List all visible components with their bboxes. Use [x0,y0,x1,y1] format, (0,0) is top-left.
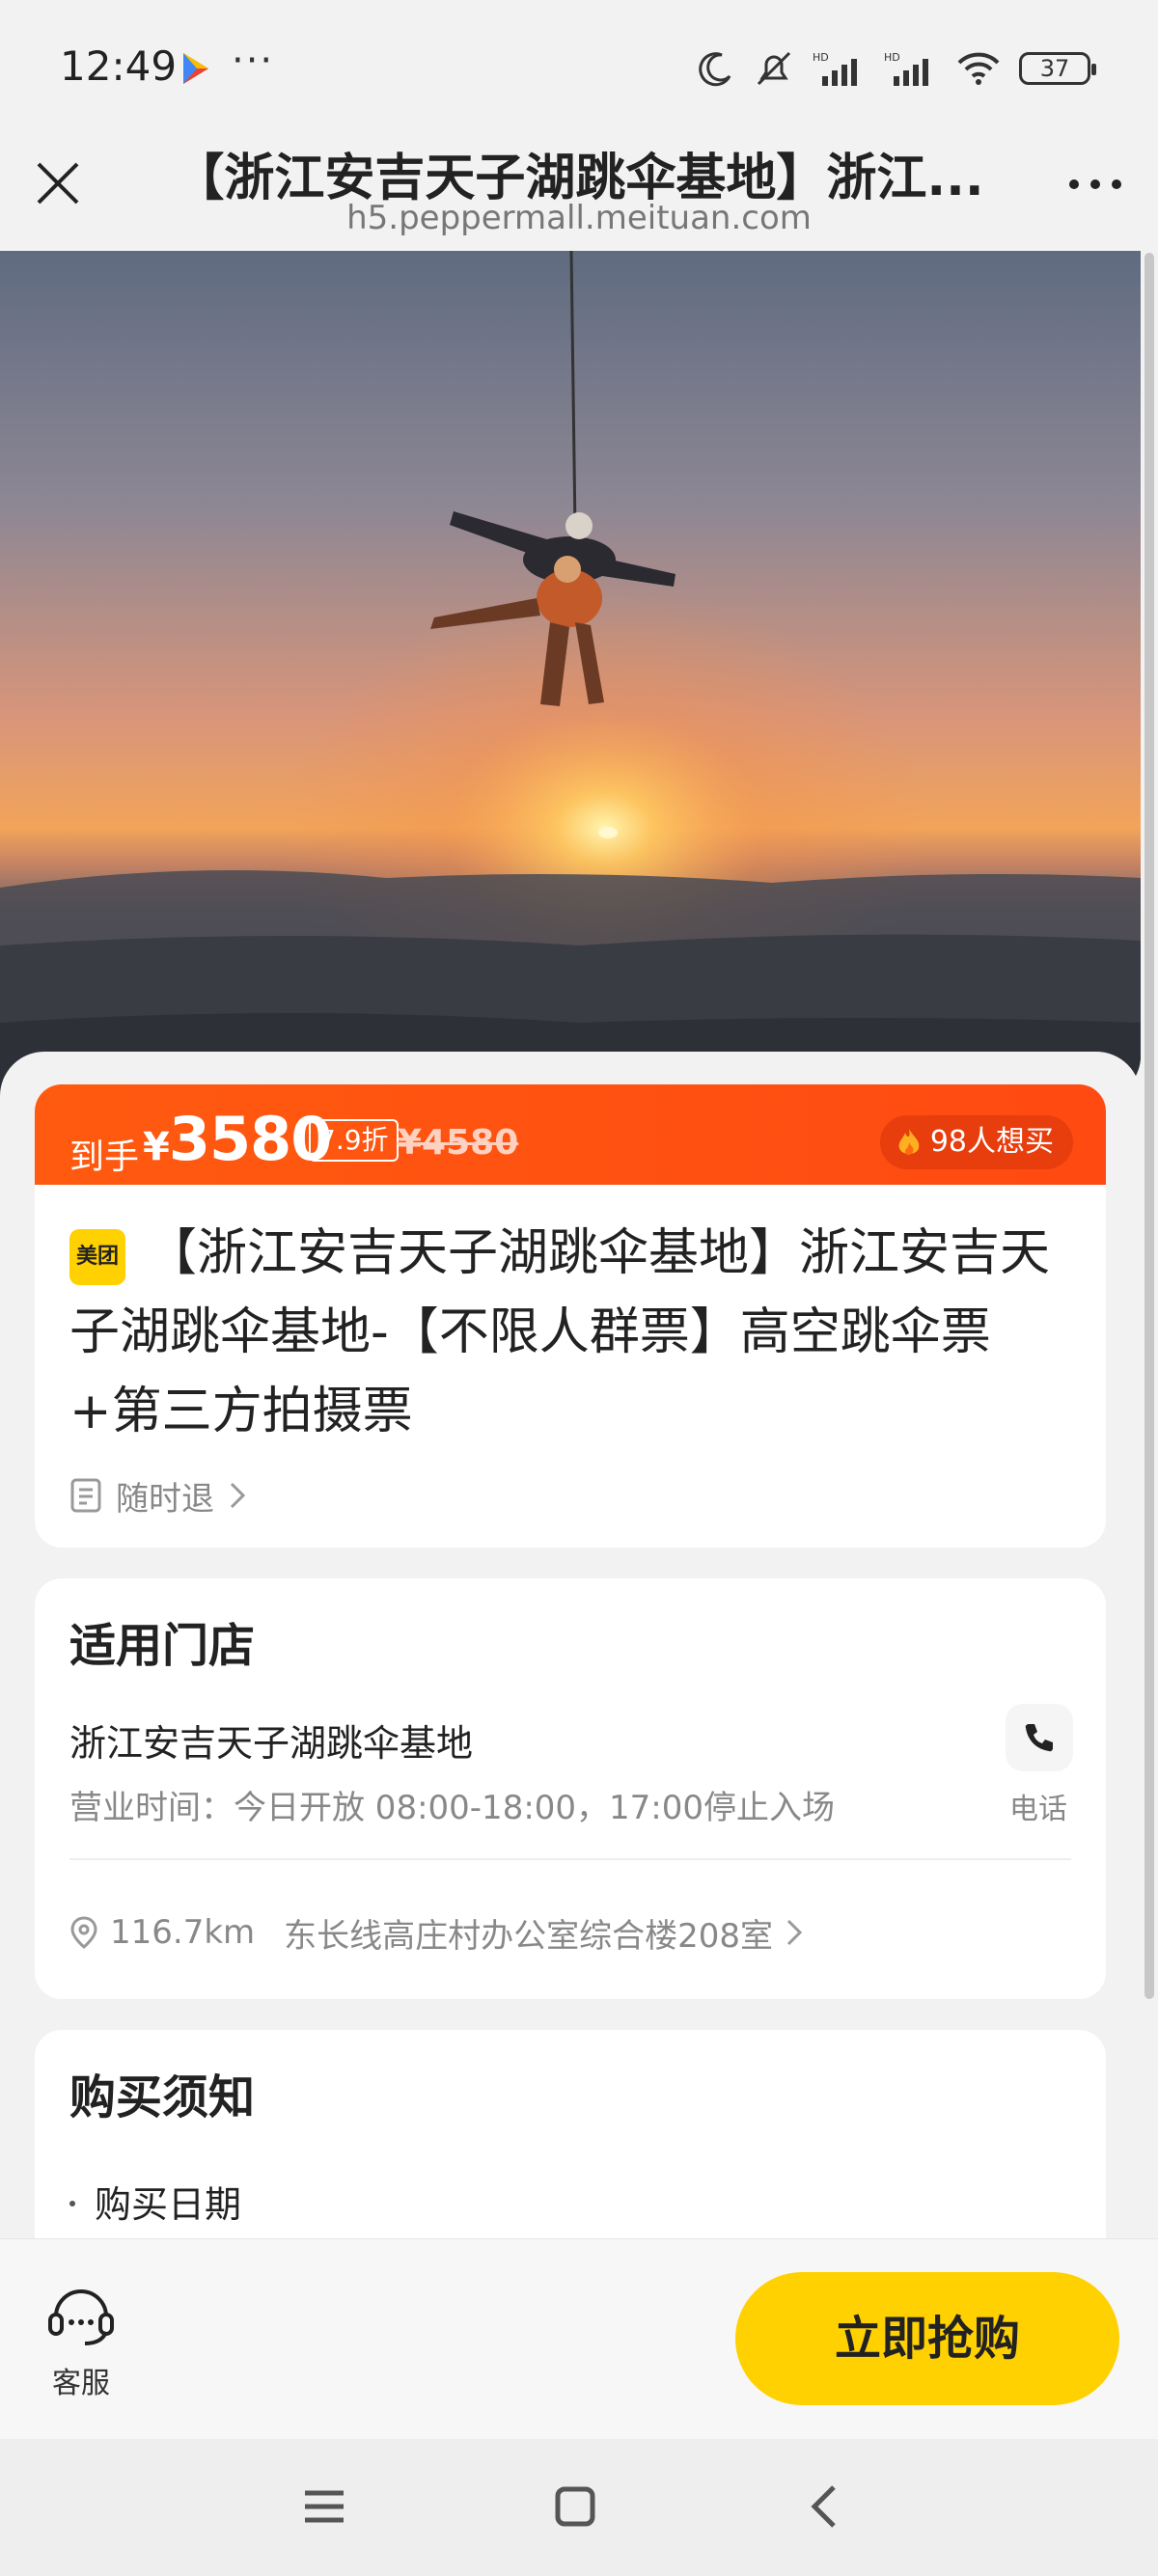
customer-service-button[interactable]: 客服 [42,2278,120,2401]
chevron-right-icon [230,1482,246,1509]
document-icon [70,1478,101,1513]
home-icon[interactable] [546,2478,604,2535]
headset-icon [48,2289,114,2345]
price-value: ¥3580 [143,1104,333,1174]
menu-icon[interactable] [295,2478,353,2535]
status-bar: 12:49 ··· HD HD 37 [0,0,1158,135]
wifi-icon [957,52,1000,85]
mute-icon [757,51,791,86]
currency-symbol: ¥ [143,1125,170,1169]
product-title: 【浙江安吉天子湖跳伞基地】浙江安吉天子湖跳伞基地-【不限人群票】高空跳伞票+第三… [69,1224,1051,1440]
svg-text:HD: HD [813,51,829,64]
page-scrollbar[interactable] [1144,253,1154,1999]
back-icon[interactable] [797,2478,855,2535]
buy-now-button[interactable]: 立即抢购 [735,2272,1119,2405]
skydiving-photo [0,251,1141,1100]
want-count-text: 98人想买 [929,1125,1054,1159]
discount-badge: 7.9折 [309,1119,399,1162]
moon-icon [699,52,731,87]
store-name[interactable]: 浙江安吉天子湖跳伞基地 [69,1713,473,1767]
price-label: 到手 [69,1137,140,1177]
system-nav-bar [0,2439,1158,2576]
status-time: 12:49 [60,42,178,90]
location-pin-icon [70,1916,97,1949]
bottom-action-bar: 客服 立即抢购 [0,2238,1158,2439]
status-right-group: HD HD 37 [697,44,1096,93]
purchase-notice-card: 购买须知 购买日期 [35,2030,1106,2238]
fire-icon [898,1129,920,1155]
product-title-card: 美团 【浙江安吉天子湖跳伞基地】浙江安吉天子湖跳伞基地-【不限人群票】高空跳伞票… [35,1185,1106,1548]
store-card: 适用门店 浙江安吉天子湖跳伞基地 营业时间：今日开放 08:00-18:00，1… [35,1578,1106,1999]
store-distance: 116.7km [110,1913,256,1952]
app-store-icon [183,53,208,84]
status-more-icon: ··· [232,39,275,83]
refund-policy-link[interactable]: 随时退 [69,1474,247,1519]
store-address-link[interactable]: 116.7km 东长线高庄村办公室综合楼208室 [69,1908,804,1957]
battery-icon: 37 [1019,52,1096,85]
browser-header: 【浙江安吉天子湖跳伞基地】浙江... h5.peppermall.meituan… [0,135,1158,251]
store-heading: 适用门店 [69,1619,256,1673]
refund-policy-text: 随时退 [116,1479,214,1519]
product-content: 到手 ¥3580 7.9折 ¥4580 98人想买 美团 【浙江安吉天子湖跳伞基… [0,1052,1141,2238]
svg-text:HD: HD [884,51,900,64]
notice-heading: 购买须知 [69,2070,256,2124]
notice-item: 购买日期 [69,2175,241,2228]
customer-service-label: 客服 [52,2367,110,2400]
store-hours: 营业时间：今日开放 08:00-18:00，17:00停止入场 [69,1789,836,1827]
chevron-right-icon [787,1919,803,1946]
price-banner: 到手 ¥3580 7.9折 ¥4580 98人想买 [35,1084,1106,1189]
close-icon[interactable] [31,156,85,210]
hero-image[interactable] [0,251,1141,1100]
signal-hd-icon: HD [813,51,857,86]
phone-button[interactable] [1006,1704,1073,1771]
want-count-badge: 98人想买 [879,1115,1073,1169]
phone-icon [1025,1724,1053,1752]
divider [69,1858,1071,1860]
original-price: ¥4580 [398,1123,519,1163]
signal-hd-icon-2: HD [884,51,928,86]
price-amount: 3580 [168,1104,333,1174]
phone-label[interactable]: 电话 [1009,1785,1067,1827]
more-options-icon[interactable] [1062,160,1129,208]
page-url: h5.peppermall.meituan.com [346,199,812,237]
store-address: 东长线高庄村办公室综合楼208室 [284,1916,774,1956]
